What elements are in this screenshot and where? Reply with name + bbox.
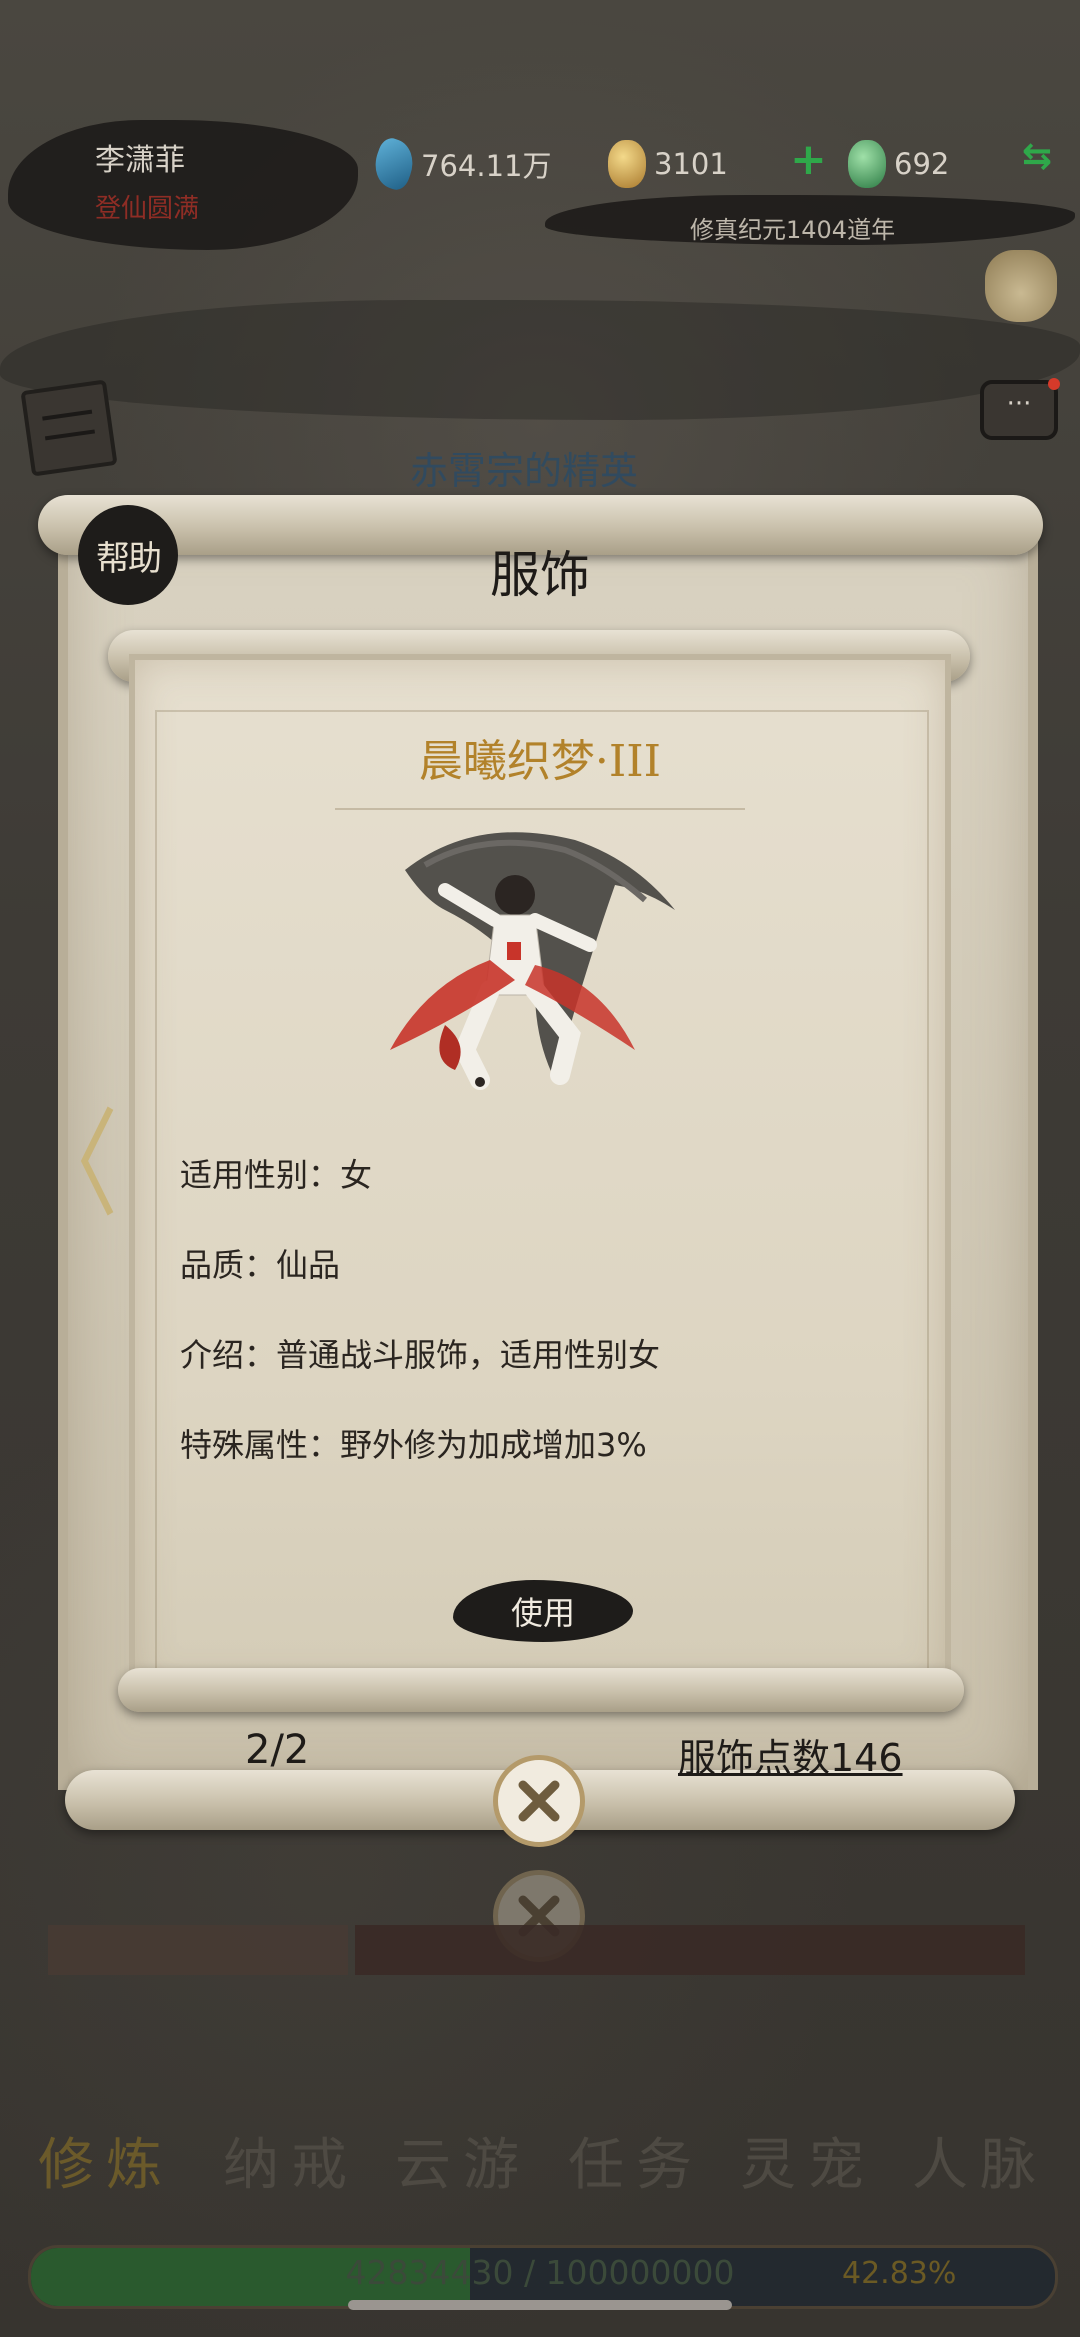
add-currency-button[interactable]: +	[790, 134, 827, 185]
era-label: 修真纪元1404道年	[690, 216, 896, 244]
player-name[interactable]: 李潇菲	[95, 135, 185, 179]
attr-gender: 适用性别：女	[180, 1156, 373, 1194]
mountain-brush	[0, 300, 1080, 420]
faded-bar-left	[48, 1925, 348, 1975]
chat-dots: ···	[1006, 389, 1032, 419]
home-indicator[interactable]	[348, 2300, 732, 2310]
card-bottom-roller	[118, 1668, 964, 1712]
chat-button[interactable]: ···	[980, 378, 1060, 440]
notification-dot	[1048, 378, 1060, 390]
crystal-amount: 764.11万	[421, 149, 552, 183]
gold-resource[interactable]: 3101	[608, 140, 728, 188]
faded-bar-right	[355, 1925, 1025, 1975]
tab-travel[interactable]: 云游	[395, 2120, 531, 2201]
name-divider	[335, 808, 745, 810]
item-name: 晨曦织梦·III	[418, 736, 662, 787]
costume-figure-image	[390, 832, 675, 1090]
tab-network[interactable]: 人脉	[912, 2120, 1048, 2201]
player-rank: 登仙圆满	[95, 194, 200, 224]
panel-title: 服饰	[490, 546, 590, 604]
page-indicator: 2/2	[245, 1727, 310, 1773]
attr-special: 特殊属性：野外修为加成增加3%	[180, 1426, 647, 1464]
jade-resource[interactable]: 692	[848, 140, 949, 188]
tab-pets[interactable]: 灵宠	[740, 2120, 876, 2201]
crystal-resource[interactable]: 764.11万	[367, 134, 552, 194]
treasure-bag-icon[interactable]	[985, 250, 1057, 322]
gold-amount: 3101	[654, 147, 728, 181]
tab-tasks[interactable]: 任务	[568, 2120, 704, 2201]
jade-amount: 692	[894, 147, 950, 181]
gold-ingot-icon	[608, 140, 646, 188]
crystal-icon	[367, 134, 421, 194]
scroll-log-icon[interactable]	[20, 379, 118, 477]
faint-sect-title: 赤霄宗的精英	[410, 449, 639, 493]
progress-percent: 42.83%	[842, 2256, 957, 2291]
costume-points-link[interactable]: 服饰点数146	[678, 1727, 903, 1782]
exchange-button[interactable]: ⇆	[1022, 136, 1052, 177]
tab-cultivate[interactable]: 修炼	[38, 2120, 174, 2201]
close-card-button[interactable]	[493, 1755, 585, 1847]
attr-quality: 品质：仙品	[180, 1246, 341, 1284]
use-button[interactable]: 使用	[453, 1580, 633, 1642]
bottom-nav: 修炼 纳戒 云游 任务 灵宠 人脉	[0, 2120, 1080, 2200]
close-icon	[518, 1780, 560, 1822]
attr-description: 介绍：普通战斗服饰，适用性别女	[180, 1336, 661, 1374]
tab-ring[interactable]: 纳戒	[223, 2120, 359, 2201]
jade-icon	[848, 140, 886, 188]
previous-item-arrow[interactable]: 〈	[28, 1071, 118, 1240]
